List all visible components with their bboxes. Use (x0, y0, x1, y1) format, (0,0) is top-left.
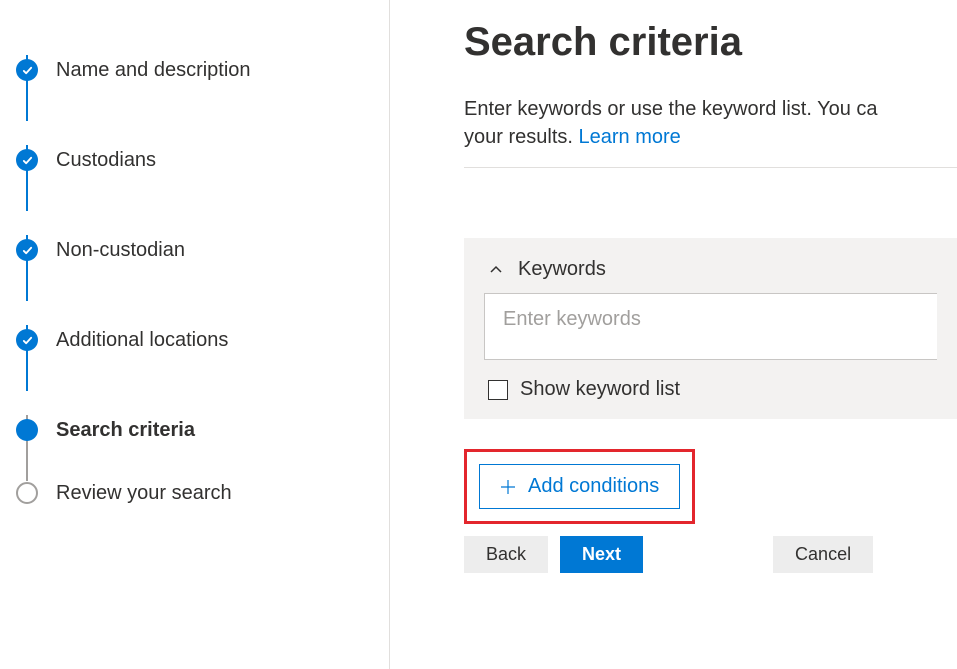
check-icon (16, 149, 38, 171)
step-review-search[interactable]: Review your search (10, 475, 389, 511)
keywords-header-text: Keywords (518, 258, 606, 281)
divider (464, 167, 957, 168)
checkbox-icon[interactable] (488, 380, 508, 400)
pending-step-icon (16, 482, 38, 504)
step-non-custodian[interactable]: Non-custodian (10, 205, 389, 295)
keywords-panel: Keywords Enter keywords Show keyword lis… (464, 238, 957, 419)
wizard-buttons: Back Next Cancel (464, 536, 957, 573)
page-title: Search criteria (464, 20, 957, 65)
keywords-input[interactable]: Enter keywords (484, 293, 937, 360)
keywords-toggle[interactable]: Keywords (464, 238, 957, 293)
show-keyword-list-row[interactable]: Show keyword list (464, 360, 957, 419)
step-custodians[interactable]: Custodians (10, 115, 389, 205)
back-button[interactable]: Back (464, 536, 548, 573)
step-additional-locations[interactable]: Additional locations (10, 295, 389, 385)
next-button[interactable]: Next (560, 536, 643, 573)
step-name-description[interactable]: Name and description (10, 25, 389, 115)
wizard-step-sidebar: Name and description Custodians (0, 0, 390, 669)
current-step-icon (16, 419, 38, 441)
check-icon (16, 239, 38, 261)
step-label: Custodians (56, 149, 156, 172)
check-icon (16, 59, 38, 81)
check-icon (16, 329, 38, 351)
step-label: Additional locations (56, 329, 228, 352)
add-conditions-highlight: Add conditions (464, 449, 695, 524)
chevron-up-icon (488, 262, 504, 278)
cancel-button[interactable]: Cancel (773, 536, 873, 573)
step-label: Search criteria (56, 419, 195, 442)
step-label: Review your search (56, 482, 232, 505)
plus-icon (500, 479, 516, 495)
add-conditions-button[interactable]: Add conditions (479, 464, 680, 509)
learn-more-link[interactable]: Learn more (578, 126, 680, 148)
step-label: Non-custodian (56, 239, 185, 262)
main-content: Search criteria Enter keywords or use th… (390, 0, 957, 669)
page-description: Enter keywords or use the keyword list. … (464, 95, 957, 151)
step-label: Name and description (56, 59, 251, 82)
checkbox-label: Show keyword list (520, 378, 680, 401)
step-search-criteria[interactable]: Search criteria (10, 385, 389, 475)
